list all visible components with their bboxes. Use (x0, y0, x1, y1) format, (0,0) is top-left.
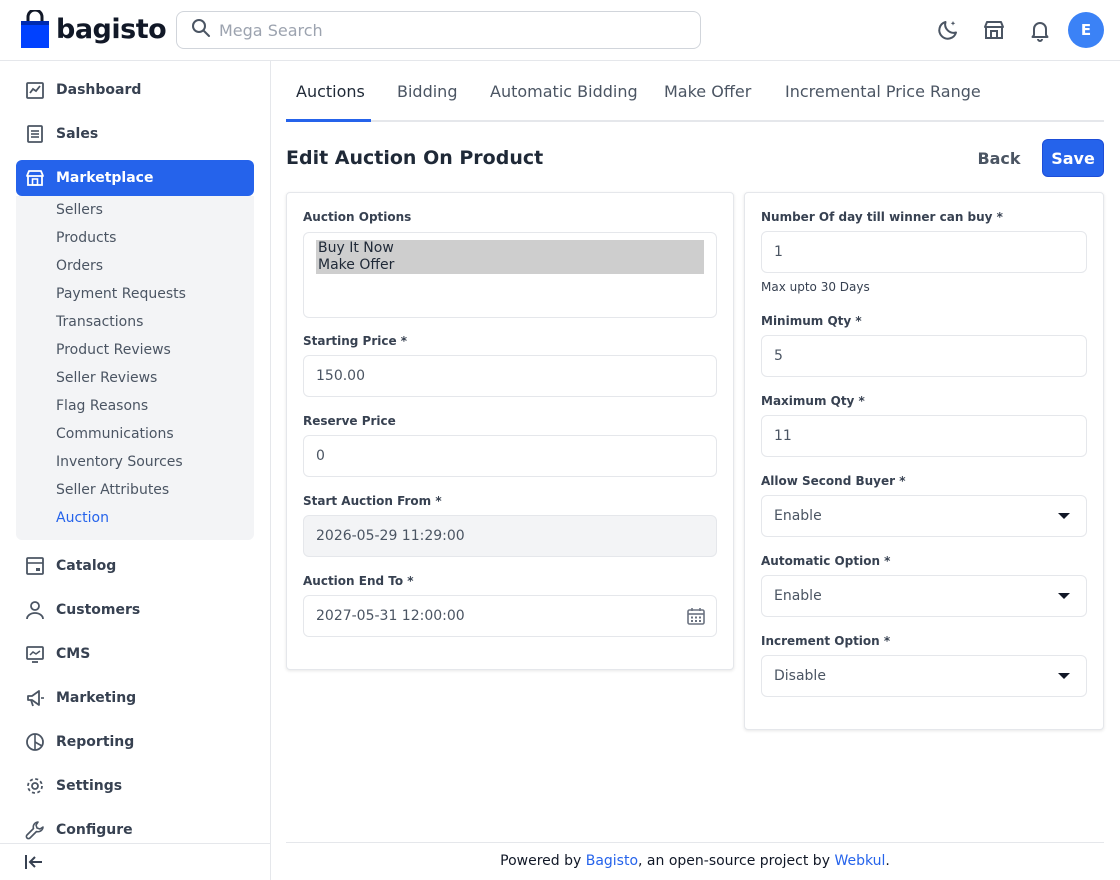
second-buyer-value: Enable (774, 508, 822, 524)
increment-option-label: Increment Option * (761, 634, 891, 648)
footer-middle: , an open-source project by (638, 853, 835, 869)
submenu-flag-reasons[interactable]: Flag Reasons (56, 398, 148, 414)
sidebar-item-catalog[interactable]: Catalog (16, 548, 254, 584)
auction-option-make-offer[interactable]: Make Offer (316, 257, 704, 274)
collapse-sidebar-button[interactable] (0, 843, 270, 880)
tab-make-offer[interactable]: Make Offer (664, 82, 751, 101)
auction-tabs: Auctions Bidding Automatic Bidding Make … (286, 62, 1104, 122)
submenu-orders[interactable]: Orders (56, 258, 103, 274)
page-title: Edit Auction On Product (286, 147, 544, 169)
brand-logo[interactable]: bagisto (20, 8, 167, 48)
dashboard-icon (24, 79, 46, 101)
automatic-option-label: Automatic Option * (761, 554, 891, 568)
submenu-product-reviews[interactable]: Product Reviews (56, 342, 171, 358)
min-qty-input[interactable]: 5 (761, 335, 1087, 377)
top-header: bagisto E (0, 0, 1120, 61)
days-input[interactable]: 1 (761, 231, 1087, 273)
search-icon (191, 18, 211, 42)
sidebar-item-marketing[interactable]: Marketing (16, 680, 254, 716)
search-input[interactable] (219, 20, 679, 40)
customers-icon (24, 599, 46, 621)
end-to-label: Auction End To * (303, 574, 414, 588)
brand-name: bagisto (56, 13, 167, 45)
max-qty-input[interactable]: 11 (761, 415, 1087, 457)
auction-details-card: Auction Options Buy It Now Make Offer St… (286, 192, 734, 670)
days-label: Number Of day till winner can buy * (761, 210, 1003, 224)
sidebar-item-dashboard[interactable]: Dashboard (16, 72, 254, 108)
tab-automatic-bidding[interactable]: Automatic Bidding (490, 82, 638, 101)
sidebar: Dashboard Sales Marketplace Sellers Prod… (0, 61, 271, 880)
automatic-option-value: Enable (774, 588, 822, 604)
submenu-sellers[interactable]: Sellers (56, 202, 103, 218)
calendar-icon[interactable] (686, 606, 706, 630)
catalog-icon (24, 555, 46, 577)
cms-icon (24, 643, 46, 665)
auction-option-buy-it-now[interactable]: Buy It Now (316, 240, 704, 257)
wrench-icon (24, 819, 46, 841)
active-tab-indicator (286, 119, 371, 122)
tab-auctions[interactable]: Auctions (296, 82, 365, 101)
start-from-label: Start Auction From * (303, 494, 442, 508)
user-avatar[interactable]: E (1068, 12, 1104, 48)
increment-option-select[interactable]: Disable (761, 655, 1087, 697)
footer-suffix: . (885, 853, 890, 869)
chevron-down-icon (1058, 593, 1070, 599)
second-buyer-select[interactable]: Enable (761, 495, 1087, 537)
dark-mode-icon[interactable] (936, 18, 960, 42)
submenu-seller-attributes[interactable]: Seller Attributes (56, 482, 169, 498)
reserve-price-label: Reserve Price (303, 414, 396, 428)
min-qty-label: Minimum Qty * (761, 314, 862, 328)
chevron-down-icon (1058, 673, 1070, 679)
gear-icon (24, 775, 46, 797)
back-button[interactable]: Back (967, 140, 1031, 176)
tab-bidding[interactable]: Bidding (397, 82, 457, 101)
reserve-price-input[interactable]: 0 (303, 435, 717, 477)
sales-icon (24, 123, 46, 145)
submenu-seller-reviews[interactable]: Seller Reviews (56, 370, 157, 386)
reporting-icon (24, 731, 46, 753)
auction-options-label: Auction Options (303, 210, 412, 224)
storefront-icon[interactable] (982, 18, 1006, 42)
automatic-option-select[interactable]: Enable (761, 575, 1087, 617)
sidebar-item-cms[interactable]: CMS (16, 636, 254, 672)
auction-options-multiselect[interactable]: Buy It Now Make Offer (303, 232, 717, 318)
footer-prefix: Powered by (500, 853, 586, 869)
sidebar-item-settings[interactable]: Settings (16, 768, 254, 804)
submenu-transactions[interactable]: Transactions (56, 314, 143, 330)
bag-logo-icon (20, 8, 50, 48)
submenu-auction[interactable]: Auction (56, 510, 109, 526)
sidebar-item-reporting[interactable]: Reporting (16, 724, 254, 760)
increment-option-value: Disable (774, 668, 826, 684)
sidebar-item-customers[interactable]: Customers (16, 592, 254, 628)
sidebar-item-sales[interactable]: Sales (16, 116, 254, 152)
starting-price-label: Starting Price * (303, 334, 408, 348)
mega-search[interactable] (176, 11, 701, 49)
chevron-down-icon (1058, 513, 1070, 519)
marketing-icon (24, 687, 46, 709)
end-to-value: 2027-05-31 12:00:00 (316, 608, 465, 624)
footer: Powered by Bagisto, an open-source proje… (286, 842, 1104, 880)
submenu-communications[interactable]: Communications (56, 426, 174, 442)
tab-incremental-price-range[interactable]: Incremental Price Range (785, 82, 981, 101)
submenu-payment-requests[interactable]: Payment Requests (56, 286, 186, 302)
submenu-inventory-sources[interactable]: Inventory Sources (56, 454, 183, 470)
sidebar-item-marketplace[interactable]: Marketplace (16, 160, 254, 196)
marketplace-submenu: Sellers Products Orders Payment Requests… (16, 196, 254, 540)
submenu-products[interactable]: Products (56, 230, 116, 246)
collapse-icon (24, 853, 44, 875)
end-to-input[interactable]: 2027-05-31 12:00:00 (303, 595, 717, 637)
bagisto-link[interactable]: Bagisto (586, 853, 638, 869)
second-buyer-label: Allow Second Buyer * (761, 474, 906, 488)
marketplace-icon (24, 167, 46, 189)
starting-price-input[interactable]: 150.00 (303, 355, 717, 397)
notification-bell-icon[interactable] (1028, 18, 1052, 42)
max-qty-label: Maximum Qty * (761, 394, 865, 408)
webkul-link[interactable]: Webkul (834, 853, 885, 869)
days-hint: Max upto 30 Days (761, 280, 870, 294)
start-from-input: 2026-05-29 11:29:00 (303, 515, 717, 557)
auction-settings-card: Number Of day till winner can buy * 1 Ma… (744, 192, 1104, 730)
save-button[interactable]: Save (1042, 139, 1104, 177)
